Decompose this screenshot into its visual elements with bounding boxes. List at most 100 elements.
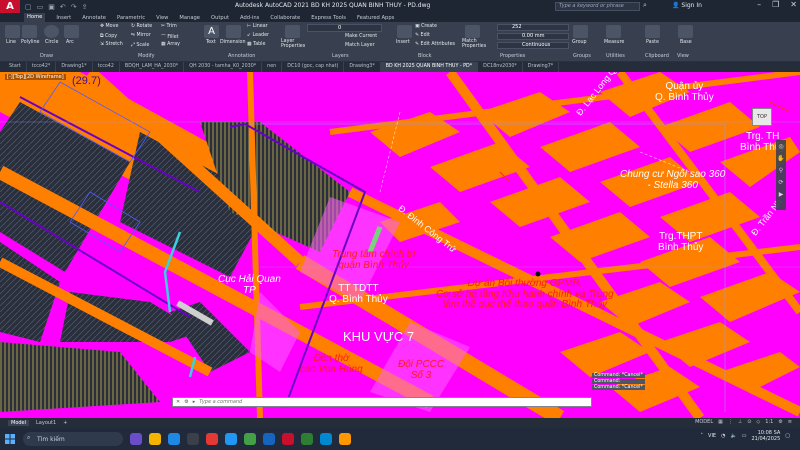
tab-annotate[interactable]: Annotate bbox=[82, 15, 106, 21]
rotate-button[interactable]: ↻ Rotate bbox=[131, 24, 152, 29]
table-button[interactable]: ▦ Table bbox=[247, 42, 265, 47]
make-current-button[interactable]: Make Current bbox=[345, 34, 377, 39]
array-button[interactable]: ▦ Array bbox=[161, 42, 180, 47]
panel-title-utilities[interactable]: Utilities bbox=[606, 53, 625, 59]
clock[interactable]: 10:08 SA 21/04/2025 bbox=[751, 430, 780, 442]
grid-icon[interactable]: ▦ bbox=[718, 419, 723, 425]
layer-dropdown[interactable]: 0 bbox=[307, 24, 382, 32]
customize-command-icon[interactable]: ⚙ bbox=[184, 399, 188, 405]
doc-tab[interactable]: nen bbox=[262, 62, 283, 72]
dimension-icon[interactable] bbox=[226, 25, 241, 38]
doc-tab-active[interactable]: BD KH 2025 QUAN BINH THUY - PD* bbox=[380, 62, 479, 72]
layer-properties-icon[interactable] bbox=[285, 25, 300, 38]
paste-icon[interactable] bbox=[645, 25, 660, 38]
word-icon[interactable] bbox=[263, 433, 275, 445]
settings-icon[interactable]: ⚙ bbox=[778, 419, 782, 425]
group-icon[interactable] bbox=[573, 25, 588, 38]
polar-icon[interactable]: ⊙ bbox=[747, 419, 751, 425]
drawing-canvas[interactable]: (29.7) Quận ủy Q. Bình Thủy Đ. Lạc Long … bbox=[0, 72, 800, 418]
viewport-controls[interactable]: [-][Top][2D Wireframe] bbox=[5, 74, 66, 80]
panel-title-clipboard[interactable]: Clipboard bbox=[645, 53, 669, 59]
panel-title-layers[interactable]: Layers bbox=[332, 53, 349, 59]
line-icon[interactable] bbox=[5, 25, 20, 38]
close-icon[interactable]: ✕ bbox=[790, 0, 797, 9]
tab-parametric[interactable]: Parametric bbox=[117, 15, 145, 21]
tab-layout1[interactable]: Layout1 bbox=[36, 420, 56, 426]
measure-icon[interactable] bbox=[606, 25, 621, 38]
copy-button[interactable]: ⧉ Copy bbox=[100, 33, 117, 39]
edit-block-button[interactable]: ✎ Edit bbox=[415, 33, 430, 38]
excel-icon[interactable] bbox=[301, 433, 313, 445]
tab-home[interactable]: Home bbox=[24, 13, 46, 22]
linear-button[interactable]: ⊢ Linear bbox=[247, 24, 268, 29]
base-button[interactable]: Base bbox=[680, 40, 692, 45]
redo-icon[interactable]: ↷ bbox=[71, 3, 77, 11]
match-layer-button[interactable]: Match Layer bbox=[345, 43, 375, 48]
tab-express-tools[interactable]: Express Tools bbox=[311, 15, 346, 21]
tab-collaborate[interactable]: Collaborate bbox=[270, 15, 300, 21]
chevron-up-icon[interactable]: ˄ bbox=[701, 433, 704, 439]
layer-properties-button[interactable]: Layer Properties bbox=[281, 39, 306, 50]
lineweight-dropdown[interactable]: 0.00 mm bbox=[497, 33, 569, 40]
tab-add-ins[interactable]: Add-ins bbox=[240, 15, 259, 21]
panel-title-groups[interactable]: Groups bbox=[573, 53, 591, 59]
add-layout-icon[interactable]: + bbox=[63, 420, 67, 426]
model-space-button[interactable]: MODEL bbox=[695, 419, 713, 425]
panel-title-draw[interactable]: Draw bbox=[40, 53, 53, 59]
notification-icon[interactable]: ▢ bbox=[785, 433, 790, 439]
open-icon[interactable]: ▭ bbox=[37, 3, 44, 11]
tab-output[interactable]: Output bbox=[211, 15, 229, 21]
sign-in-button[interactable]: 👤 Sign In bbox=[672, 2, 702, 9]
fillet-button[interactable]: ⌒ Fillet bbox=[161, 33, 179, 40]
move-button[interactable]: ✥ Move bbox=[100, 24, 118, 29]
mirror-button[interactable]: ⇋ Mirror bbox=[131, 33, 151, 38]
circle-icon[interactable] bbox=[44, 25, 59, 38]
pan-icon[interactable]: ✋ bbox=[777, 155, 784, 162]
zoom-icon[interactable]: ⚲ bbox=[779, 167, 783, 174]
osnap-icon[interactable]: ◇ bbox=[756, 419, 760, 425]
circle-button[interactable]: Circle bbox=[45, 40, 58, 45]
leader-button[interactable]: ↙ Leader bbox=[247, 33, 269, 38]
app-icon[interactable] bbox=[206, 433, 218, 445]
doc-tab[interactable]: Drawing1* bbox=[56, 62, 93, 72]
panel-title-view[interactable]: View bbox=[677, 53, 689, 59]
app-icon[interactable] bbox=[339, 433, 351, 445]
polyline-icon[interactable] bbox=[22, 25, 37, 38]
paste-button[interactable]: Paste bbox=[646, 40, 659, 45]
search-icon[interactable]: ⌕ bbox=[643, 1, 647, 10]
battery-icon[interactable]: ▭ bbox=[742, 433, 747, 439]
scale-button[interactable]: ⤢ Scale bbox=[131, 42, 149, 48]
insert-block-icon[interactable] bbox=[397, 25, 412, 38]
app-icon[interactable] bbox=[320, 433, 332, 445]
tab-view[interactable]: View bbox=[156, 15, 168, 21]
match-properties-button[interactable]: Match Properties bbox=[462, 39, 487, 50]
customize-icon[interactable]: ≡ bbox=[788, 419, 792, 425]
measure-button[interactable]: Measure bbox=[604, 40, 624, 45]
undo-icon[interactable]: ↶ bbox=[60, 3, 66, 11]
file-explorer-icon[interactable] bbox=[149, 433, 161, 445]
autocad-taskbar-icon[interactable] bbox=[282, 433, 294, 445]
taskbar-search[interactable]: ⌕ Tìm kiếm bbox=[23, 432, 123, 446]
tab-manage[interactable]: Manage bbox=[179, 15, 200, 21]
share-icon[interactable]: ⇪ bbox=[82, 3, 88, 11]
doc-tab[interactable]: tcco42* bbox=[27, 62, 57, 72]
app-icon[interactable] bbox=[225, 433, 237, 445]
restore-icon[interactable]: ❐ bbox=[772, 0, 779, 9]
start-button[interactable] bbox=[0, 428, 20, 450]
app-icon[interactable] bbox=[187, 433, 199, 445]
linetype-dropdown[interactable]: Continuous bbox=[497, 42, 569, 49]
save-icon[interactable]: ▣ bbox=[48, 3, 55, 11]
color-dropdown[interactable]: 252 bbox=[497, 24, 569, 31]
chrome-icon[interactable] bbox=[244, 433, 256, 445]
panel-title-modify[interactable]: Modify bbox=[138, 53, 155, 59]
group-button[interactable]: Group bbox=[572, 40, 587, 45]
panel-title-properties[interactable]: Properties bbox=[500, 53, 525, 59]
orbit-icon[interactable]: ⟳ bbox=[778, 179, 783, 186]
text-icon[interactable]: A bbox=[204, 25, 219, 38]
insert-block-button[interactable]: Insert bbox=[396, 40, 410, 45]
help-search-input[interactable]: Type a keyword or phrase bbox=[555, 2, 640, 11]
snap-icon[interactable]: ⋮ bbox=[728, 419, 733, 425]
doc-tab-start[interactable]: Start bbox=[4, 62, 27, 72]
edit-attributes-button[interactable]: ✎ Edit Attributes bbox=[415, 42, 455, 47]
command-input[interactable] bbox=[199, 399, 500, 405]
